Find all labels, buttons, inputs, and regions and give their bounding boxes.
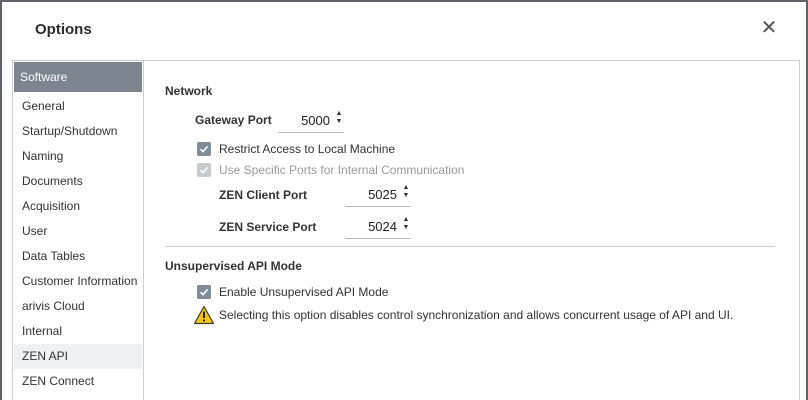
zen-client-port-stepper[interactable]: 5025 ▲ ▼ [345,184,411,207]
sidebar-item-zen-connect[interactable]: ZEN Connect [14,369,142,394]
zen-client-port-label: ZEN Client Port [219,188,308,202]
restrict-access-checkbox[interactable] [197,142,211,156]
warning-icon [193,305,215,325]
stepper-arrows-icon[interactable]: ▲ ▼ [401,216,411,236]
sidebar-item-naming[interactable]: Naming [14,144,142,169]
zen-service-port-label: ZEN Service Port [219,220,317,234]
checkmark-icon [199,288,209,296]
section-divider [165,246,775,247]
specific-ports-label: Use Specific Ports for Internal Communic… [219,163,465,177]
enable-unsupervised-label: Enable Unsupervised API Mode [219,285,389,299]
sidebar-item-zen-api[interactable]: ZEN API [14,344,142,369]
gateway-port-value: 5000 [301,113,330,128]
zen-client-port-value: 5025 [368,187,397,202]
enable-unsupervised-checkbox[interactable] [197,285,211,299]
options-dialog: Options ✕ Software General Startup/Shutd… [2,2,806,400]
stepper-arrows-icon[interactable]: ▲ ▼ [334,110,344,130]
settings-panel: Network Gateway Port 5000 ▲ ▼ Restrict Ac… [144,61,798,400]
sidebar-item-data-tables[interactable]: Data Tables [14,244,142,269]
sidebar-item-documents[interactable]: Documents [14,169,142,194]
sidebar-item-general[interactable]: General [14,94,142,119]
specific-ports-checkbox[interactable] [197,163,211,177]
checkmark-icon [199,145,209,153]
unsupervised-section-title: Unsupervised API Mode [165,259,302,273]
close-icon[interactable]: ✕ [758,17,780,39]
warning-message: Selecting this option disables control s… [219,308,734,322]
dialog-title: Options [35,21,92,38]
sidebar-item-startup-shutdown[interactable]: Startup/Shutdown [14,119,142,144]
sidebar-item-customer-information[interactable]: Customer Information [14,269,142,294]
sidebar: Software General Startup/Shutdown Naming… [13,61,144,400]
network-section-title: Network [165,84,213,98]
stepper-arrows-icon[interactable]: ▲ ▼ [401,184,411,204]
sidebar-item-user[interactable]: User [14,219,142,244]
restrict-access-label: Restrict Access to Local Machine [219,142,396,156]
zen-service-port-stepper[interactable]: 5024 ▲ ▼ [345,216,411,239]
sidebar-item-acquisition[interactable]: Acquisition [14,194,142,219]
sidebar-header-software[interactable]: Software [14,62,142,92]
gateway-port-stepper[interactable]: 5000 ▲ ▼ [278,110,344,133]
options-frame: Software General Startup/Shutdown Naming… [12,60,800,400]
checkmark-icon [199,166,209,174]
sidebar-item-arivis-cloud[interactable]: arivis Cloud [14,294,142,319]
sidebar-item-internal[interactable]: Internal [14,319,142,344]
zen-service-port-value: 5024 [368,219,397,234]
gateway-port-label: Gateway Port [195,113,272,127]
